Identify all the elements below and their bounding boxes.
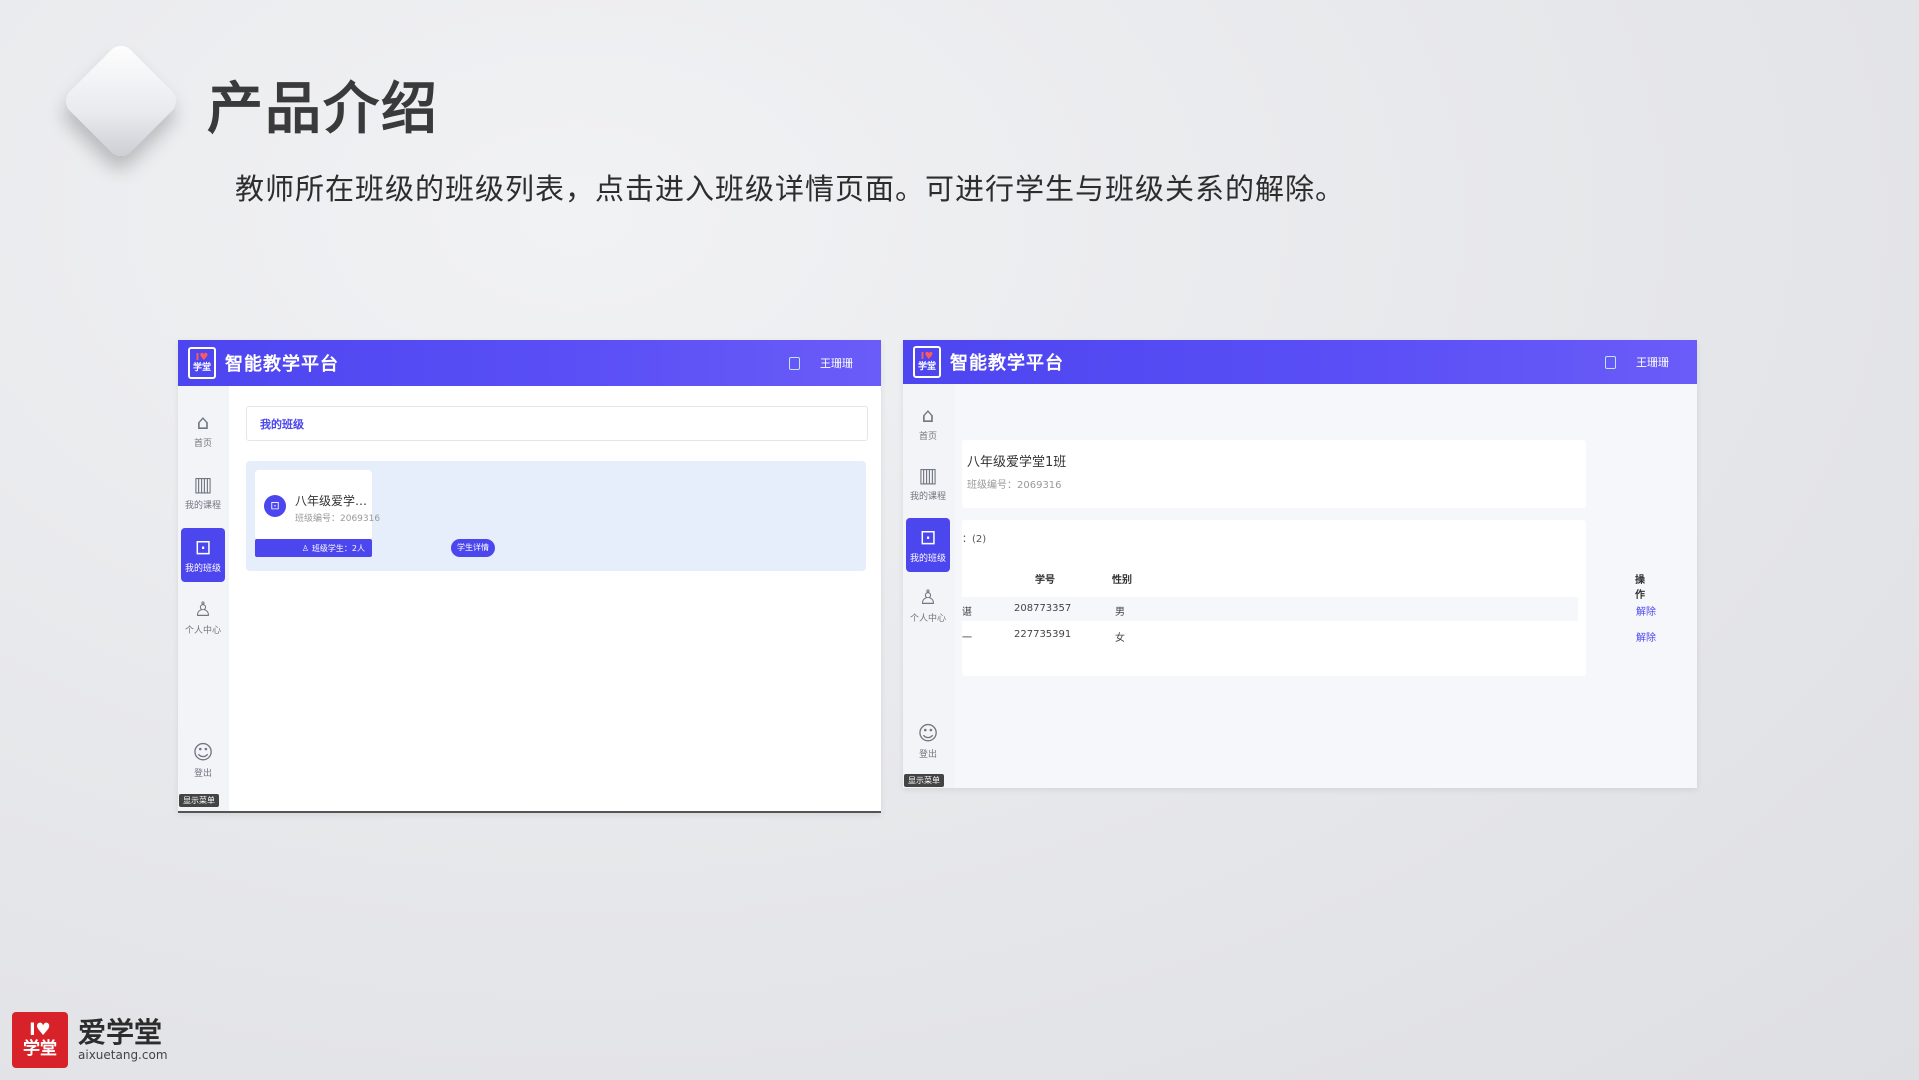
table-row: 一 227735391 女 解除 xyxy=(962,623,1656,647)
classroom-icon: ⊡ xyxy=(919,525,937,549)
sidebar: ⌂ 首页 ▥ 我的课程 ⊡ 我的班级 ♙ 个人中心 ☺ 登出 显示菜单 xyxy=(903,384,955,788)
user-name[interactable]: 王珊珊 xyxy=(820,355,853,371)
home-icon: ⌂ xyxy=(921,403,935,427)
class-card-name: 八年级爱学… xyxy=(295,494,368,508)
sidebar-item-logout[interactable]: ☺ 登出 xyxy=(181,733,225,787)
logo-bottom-text: 学堂 xyxy=(192,363,211,373)
student-id: 227735391 xyxy=(1014,629,1072,640)
show-menu-button[interactable]: 显示菜单 xyxy=(179,794,219,807)
app-name: 智能教学平台 xyxy=(225,354,339,375)
class-list-screenshot: I♥ 学堂 智能教学平台 王珊珊 ⌂ 首页 ▥ 我的课程 ⊡ 我的班级 ♙ 个人… xyxy=(178,340,881,813)
class-code: 班级编号：2069316 xyxy=(967,480,1062,491)
sidebar-item-logout[interactable]: ☺ 登出 xyxy=(906,714,950,768)
user-icon: ♙ xyxy=(301,543,309,553)
student-name: 一 xyxy=(962,633,972,644)
sidebar-item-classes[interactable]: ⊡ 我的班级 xyxy=(906,518,950,572)
remove-student-link[interactable]: 解除 xyxy=(1636,629,1656,644)
class-name: 八年级爱学堂1班 xyxy=(967,455,1067,470)
sidebar-item-label: 我的班级 xyxy=(909,554,946,564)
sidebar-item-label: 首页 xyxy=(193,439,212,449)
class-card[interactable]: ⊡ 八年级爱学… 班级编号：2069316 xyxy=(255,470,380,540)
sidebar-item-classes[interactable]: ⊡ 我的班级 xyxy=(181,528,225,582)
sidebar-item-label: 首页 xyxy=(918,432,937,442)
notification-icon[interactable] xyxy=(1605,355,1616,369)
page-title: 产品介绍 xyxy=(207,77,439,142)
classroom-icon: ⊡ xyxy=(264,495,286,517)
column-header-action: 操作 xyxy=(1635,575,1645,601)
brand-logo-bottom: 学堂 xyxy=(23,1039,57,1059)
column-header-gender: 性别 xyxy=(1112,575,1132,586)
student-count: ：(2) xyxy=(962,534,987,545)
sidebar-item-courses[interactable]: ▥ 我的课程 xyxy=(906,456,950,510)
sidebar-item-label: 我的课程 xyxy=(909,492,946,502)
student-gender: 男 xyxy=(1115,607,1125,618)
app-logo: I♥ 学堂 xyxy=(913,346,941,378)
my-class-header: 我的班级 xyxy=(246,406,868,441)
sidebar-item-profile[interactable]: ♙ 个人中心 xyxy=(906,578,950,632)
sidebar-item-label: 登出 xyxy=(918,750,937,760)
sidebar-item-label: 个人中心 xyxy=(909,614,946,624)
table-row: 谌 208773357 男 解除 xyxy=(962,597,1656,621)
library-icon: ▥ xyxy=(918,463,938,487)
brand-logo-mark: I♥ 学堂 xyxy=(12,1012,68,1068)
logo-top-text: I♥ xyxy=(195,352,209,363)
class-detail-screenshot: I♥ 学堂 智能教学平台 王珊珊 ⌂ 首页 ▥ 我的课程 ⊡ 我的班级 ♙ 个人… xyxy=(903,340,1697,788)
sidebar-item-label: 登出 xyxy=(193,769,212,779)
student-detail-button[interactable]: 学生详情 xyxy=(451,539,495,557)
user-icon: ♙ xyxy=(194,597,212,621)
classroom-icon: ⊡ xyxy=(194,535,212,559)
show-menu-button[interactable]: 显示菜单 xyxy=(904,774,944,787)
remove-student-link[interactable]: 解除 xyxy=(1636,603,1656,618)
brand-logo-top: I♥ xyxy=(29,1020,51,1040)
student-name: 谌 xyxy=(962,607,972,618)
class-students-button[interactable]: ♙ 班级学生：2人 xyxy=(255,539,372,557)
user-name[interactable]: 王珊珊 xyxy=(1636,354,1669,370)
library-icon: ▥ xyxy=(193,472,213,496)
class-detail-header: 八年级爱学堂1班 班级编号：2069316 xyxy=(962,440,1586,508)
brand-name: 爱学堂 xyxy=(78,1016,163,1049)
app-name: 智能教学平台 xyxy=(950,353,1064,374)
column-header-student-id: 学号 xyxy=(1035,575,1055,586)
my-class-title: 我的班级 xyxy=(260,417,304,431)
app-header: I♥ 学堂 智能教学平台 王珊珊 xyxy=(178,340,881,386)
brand-url: aixuetang.com xyxy=(78,1048,168,1062)
sidebar-item-home[interactable]: ⌂ 首页 xyxy=(906,396,950,450)
sidebar-item-profile[interactable]: ♙ 个人中心 xyxy=(181,590,225,644)
page-subtitle: 教师所在班级的班级列表，点击进入班级详情页面。可进行学生与班级关系的解除。 xyxy=(235,172,1346,206)
sidebar-item-courses[interactable]: ▥ 我的课程 xyxy=(181,465,225,519)
home-icon: ⌂ xyxy=(196,410,210,434)
app-header: I♥ 学堂 智能教学平台 王珊珊 xyxy=(903,340,1697,384)
logout-icon: ☺ xyxy=(192,740,214,764)
sidebar-item-label: 我的课程 xyxy=(184,501,221,511)
sidebar: ⌂ 首页 ▥ 我的课程 ⊡ 我的班级 ♙ 个人中心 ☺ 登出 显示菜单 xyxy=(178,386,229,811)
logout-icon: ☺ xyxy=(917,721,939,745)
sidebar-item-label: 个人中心 xyxy=(184,626,221,636)
logo-top-text: I♥ xyxy=(920,351,934,362)
notification-icon[interactable] xyxy=(789,356,800,370)
sidebar-item-home[interactable]: ⌂ 首页 xyxy=(181,403,225,457)
decorative-diamond xyxy=(60,40,182,162)
sidebar-item-label: 我的班级 xyxy=(184,564,221,574)
app-logo: I♥ 学堂 xyxy=(188,347,216,379)
brand-logo: I♥ 学堂 爱学堂 aixuetang.com xyxy=(12,1012,168,1068)
student-id: 208773357 xyxy=(1014,603,1072,614)
user-icon: ♙ xyxy=(919,585,937,609)
logo-bottom-text: 学堂 xyxy=(917,362,936,372)
students-button-label: 班级学生：2人 xyxy=(311,543,365,553)
student-gender: 女 xyxy=(1115,633,1125,644)
class-card-area: ⊡ 八年级爱学… 班级编号：2069316 ♙ 班级学生：2人 学生详情 xyxy=(246,461,866,571)
student-table: ：(2) 学号 性别 操作 谌 208773357 男 解除 一 2277353… xyxy=(962,520,1656,676)
class-card-code: 班级编号：2069316 xyxy=(295,514,381,524)
